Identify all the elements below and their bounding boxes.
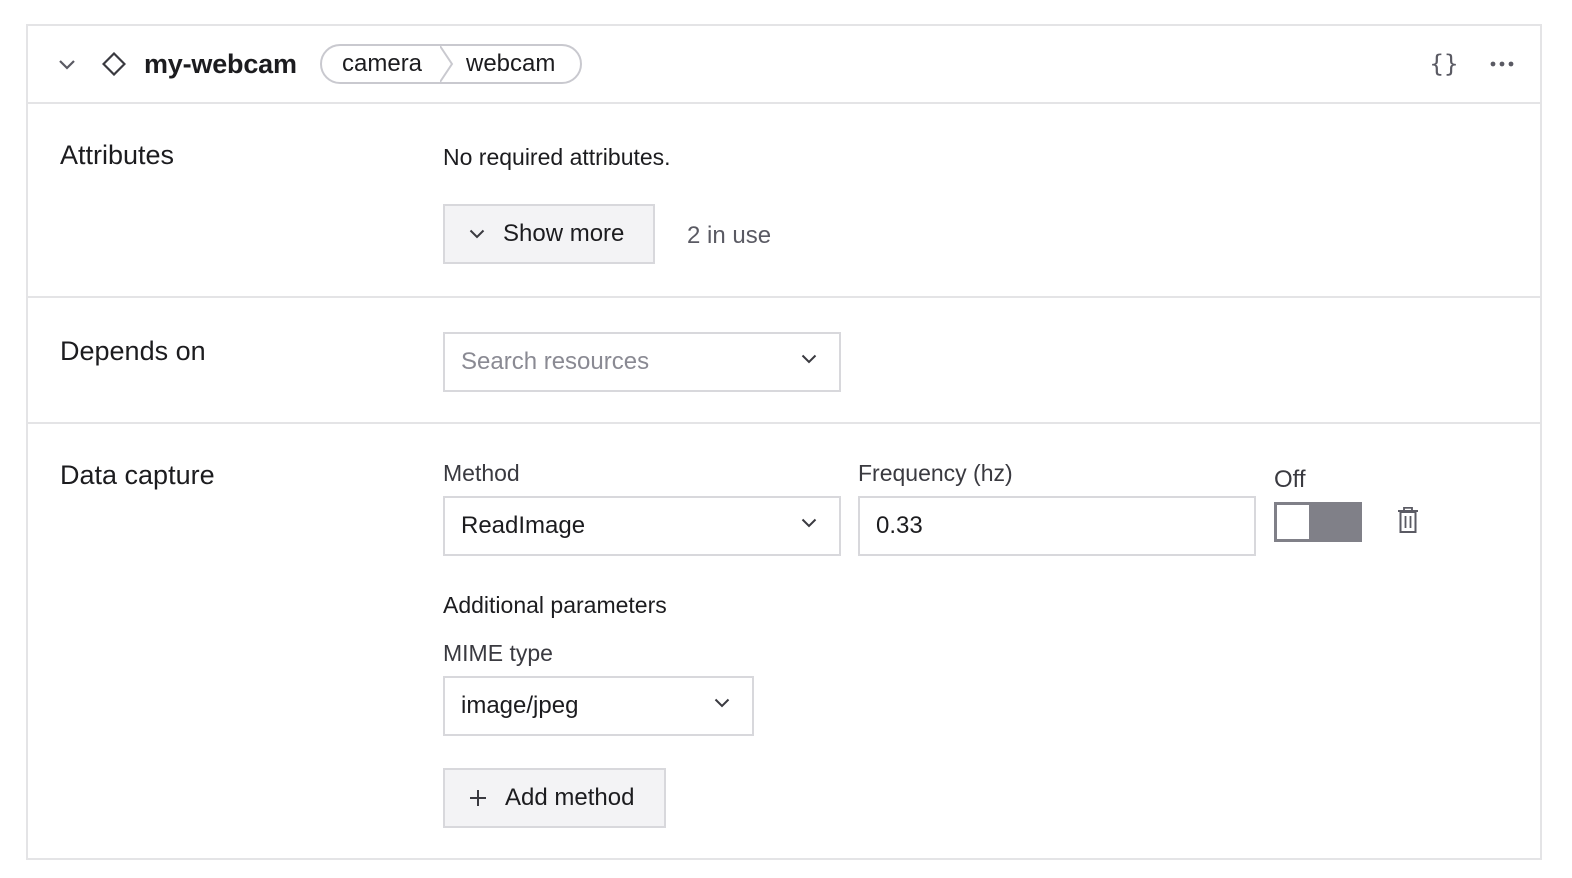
- search-resources-placeholder: Search resources: [461, 348, 650, 375]
- attributes-in-use-count: 2 in use: [687, 222, 772, 249]
- attributes-message: No required attributes.: [443, 144, 671, 170]
- model-breadcrumb: camera webcam: [320, 44, 582, 84]
- trash-icon: [1398, 507, 1418, 533]
- ellipsis-icon: [1490, 61, 1514, 67]
- capture-toggle[interactable]: [1274, 502, 1362, 542]
- method-select[interactable]: ReadImage: [443, 496, 841, 556]
- mime-type-label: MIME type: [443, 640, 553, 666]
- breadcrumb-item-webcam: webcam: [466, 50, 556, 77]
- breadcrumb-separator: [440, 46, 454, 82]
- braces-icon: {}: [1429, 50, 1459, 78]
- add-method-button[interactable]: Add method: [443, 768, 666, 828]
- capture-toggle-label: Off: [1274, 466, 1306, 493]
- data-capture-title: Data capture: [60, 460, 215, 490]
- mime-type-value: image/jpeg: [461, 692, 579, 719]
- delete-method-button[interactable]: [1394, 504, 1422, 536]
- chevron-down-icon: [714, 698, 730, 708]
- add-method-label: Add method: [505, 784, 635, 811]
- chevron-down-icon: [469, 229, 485, 239]
- method-value: ReadImage: [461, 512, 586, 539]
- chevron-down-icon: [59, 60, 75, 70]
- breadcrumb-item-camera: camera: [342, 50, 423, 77]
- method-label: Method: [443, 460, 520, 486]
- show-more-label: Show more: [503, 220, 625, 247]
- depends-on-section: Depends on Search resources: [28, 298, 1540, 424]
- data-capture-section: Data capture Method ReadImage Frequency …: [28, 424, 1540, 858]
- search-resources-select[interactable]: Search resources: [443, 332, 841, 392]
- mime-type-select[interactable]: image/jpeg: [443, 676, 754, 736]
- toggle-knob: [1277, 505, 1309, 539]
- chevron-down-icon: [801, 354, 817, 364]
- component-name: my-webcam: [144, 49, 297, 79]
- additional-parameters-label: Additional parameters: [443, 592, 667, 618]
- component-card: my-webcam camera webcam {} Attributes No…: [26, 24, 1542, 860]
- component-diamond-icon: [102, 52, 126, 76]
- collapse-button[interactable]: [54, 52, 80, 78]
- frequency-label: Frequency (hz): [858, 460, 1013, 486]
- depends-on-title: Depends on: [60, 336, 206, 366]
- attributes-section: Attributes No required attributes. Show …: [28, 104, 1540, 298]
- json-view-button[interactable]: {}: [1418, 46, 1470, 82]
- more-options-button[interactable]: [1480, 46, 1524, 82]
- chevron-down-icon: [801, 518, 817, 528]
- attributes-title: Attributes: [60, 140, 175, 170]
- frequency-input[interactable]: [858, 496, 1256, 556]
- card-header: my-webcam camera webcam {}: [28, 26, 1540, 104]
- plus-icon: [470, 790, 486, 806]
- show-more-button[interactable]: Show more: [443, 204, 655, 264]
